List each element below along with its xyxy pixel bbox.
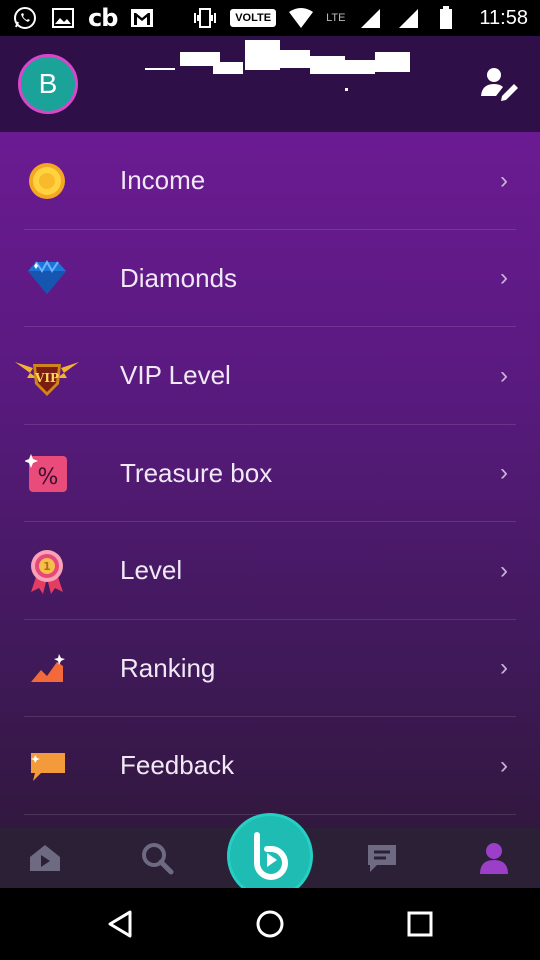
chevron-right-icon: › <box>500 264 508 292</box>
menu-label: Ranking <box>120 652 216 683</box>
chat-icon[interactable] <box>362 838 402 878</box>
menu-label: Income <box>120 165 206 196</box>
menu-item-diamonds[interactable]: Diamonds › <box>24 230 516 328</box>
profile-menu: Income › Diamonds › VIP VIP Level › % Tr… <box>0 132 540 828</box>
menu-label: Treasure box <box>120 457 273 488</box>
diamond-icon <box>22 253 72 303</box>
chevron-right-icon: › <box>500 556 508 584</box>
svg-text:1: 1 <box>43 560 51 573</box>
menu-item-vip-level[interactable]: VIP VIP Level › <box>15 327 516 425</box>
menu-item-level[interactable]: 1 Level › <box>24 522 516 620</box>
lte-label: LTE <box>326 12 346 24</box>
cb-icon: cb <box>88 4 118 32</box>
live-play-icon <box>254 832 288 880</box>
live-play-button[interactable] <box>230 816 310 896</box>
menu-item-treasure-box[interactable]: % Treasure box › <box>24 425 516 523</box>
vibrate-icon <box>192 5 218 31</box>
chevron-right-icon: › <box>500 751 508 779</box>
gmail-icon <box>129 5 155 31</box>
home-button-icon[interactable] <box>250 904 290 944</box>
chevron-right-icon: › <box>500 166 508 194</box>
username-redacted <box>145 36 415 92</box>
chevron-right-icon: › <box>500 459 508 487</box>
profile-icon[interactable] <box>474 838 514 878</box>
menu-item-ranking[interactable]: Ranking › <box>24 620 516 718</box>
menu-item-income[interactable]: Income › <box>24 132 516 230</box>
chevron-right-icon: › <box>500 654 508 682</box>
edit-profile-icon[interactable] <box>478 62 522 106</box>
ranking-icon <box>22 643 72 693</box>
treasure-box-icon: % <box>22 448 72 498</box>
wifi-icon <box>288 5 314 31</box>
medal-icon: 1 <box>22 546 72 596</box>
clock: 11:58 <box>479 6 528 29</box>
vip-badge-icon: VIP <box>12 351 82 401</box>
svg-text:VIP: VIP <box>34 371 59 385</box>
gallery-icon <box>50 5 76 31</box>
status-bar: cb VOLTE LTE 11:58 <box>0 0 540 36</box>
search-icon[interactable] <box>137 838 177 878</box>
feedback-icon <box>22 741 72 791</box>
svg-text:%: % <box>38 465 59 490</box>
back-icon[interactable] <box>100 904 140 944</box>
menu-label: Feedback <box>120 750 235 781</box>
menu-label: VIP Level <box>120 360 231 391</box>
menu-label: Level <box>120 555 183 586</box>
battery-icon <box>433 5 459 31</box>
chevron-right-icon: › <box>500 361 508 389</box>
home-icon[interactable] <box>25 838 65 878</box>
signal-2-icon <box>395 5 421 31</box>
avatar[interactable]: B <box>18 54 78 114</box>
menu-item-feedback[interactable]: Feedback › <box>24 717 516 815</box>
volte-badge: VOLTE <box>230 9 277 27</box>
menu-label: Diamonds <box>120 262 238 293</box>
recents-icon[interactable] <box>400 904 440 944</box>
whatsapp-icon <box>12 5 38 31</box>
system-navigation-bar <box>0 888 540 960</box>
signal-1-icon <box>357 5 383 31</box>
coin-icon <box>22 156 72 206</box>
